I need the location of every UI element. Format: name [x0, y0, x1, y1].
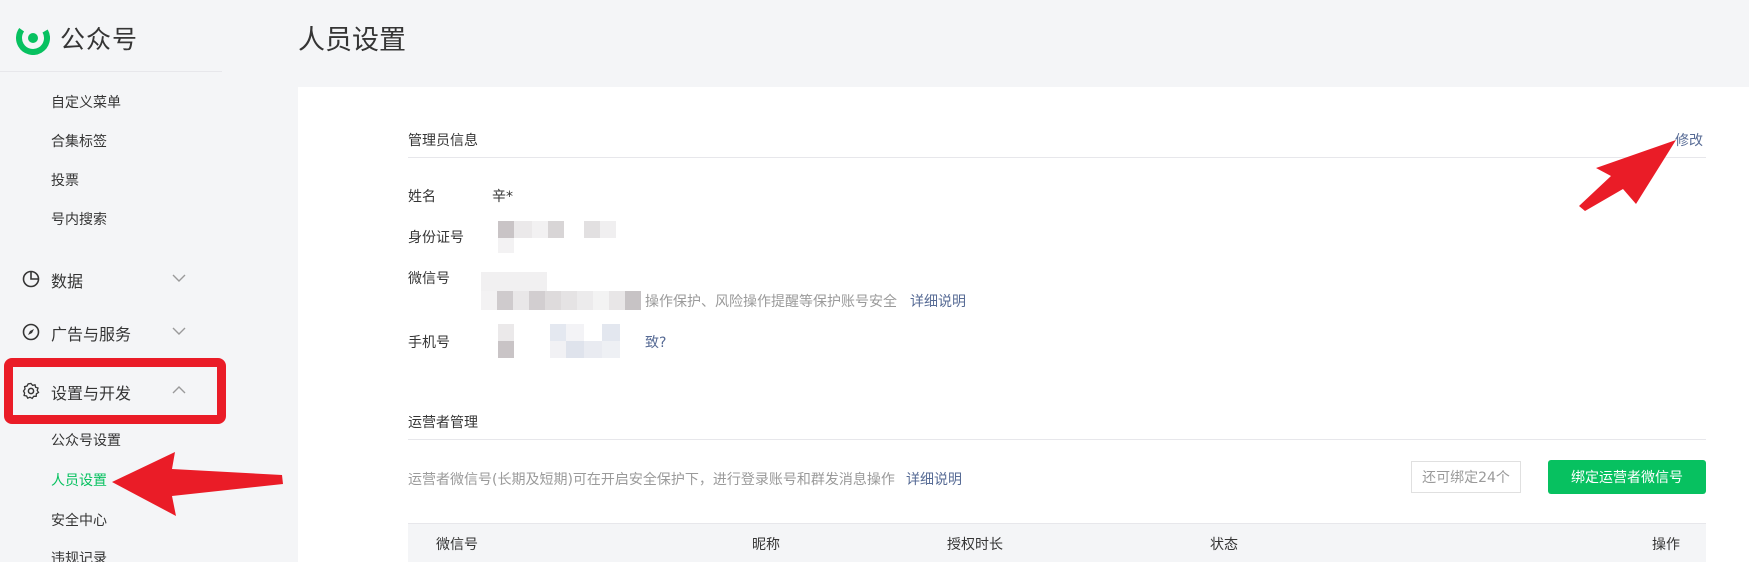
pie-chart-icon — [22, 270, 40, 288]
edit-admin-link[interactable]: 修改 — [1675, 130, 1703, 150]
admin-section-title: 管理员信息 — [408, 133, 478, 149]
column-header-auth-duration: 授权时长 — [947, 537, 1003, 553]
wechat-official-account-logo-icon — [16, 21, 50, 55]
sidebar-group-label: 数据 — [51, 272, 84, 291]
column-header-wechat-id: 微信号 — [436, 537, 478, 553]
sidebar-group-ads-services[interactable]: 广告与服务 — [0, 317, 200, 347]
sidebar: 公众号 自定义菜单 合集标签 投票 号内搜索 数据 广告与服务 设置与开发 公众… — [0, 0, 222, 562]
sidebar-item-collection-tags[interactable]: 合集标签 — [51, 131, 107, 151]
logo-text: 公众号 — [60, 25, 139, 54]
sidebar-item-violation-records[interactable]: 违规记录 — [51, 548, 107, 562]
chevron-down-icon — [172, 327, 186, 335]
content-card: 管理员信息 修改 姓名 辛* 身份证号 微信号 操作保护、风险操作提醒等保护账号… — [298, 87, 1749, 562]
phone-redacted — [498, 324, 646, 358]
phone-tip-link[interactable]: 致? — [645, 332, 666, 352]
id-number-label: 身份证号 — [408, 230, 464, 246]
name-label: 姓名 — [408, 189, 436, 205]
column-header-status: 状态 — [1210, 537, 1238, 553]
sidebar-item-staff-settings[interactable]: 人员设置 — [51, 470, 107, 490]
operators-table-header: 微信号 昵称 授权时长 状态 操作 — [408, 523, 1706, 562]
column-header-nickname: 昵称 — [752, 537, 780, 553]
sidebar-divider — [0, 71, 222, 72]
wechat-id-redacted — [481, 272, 643, 310]
wechat-id-label: 微信号 — [408, 271, 450, 287]
wechat-details-link[interactable]: 详细说明 — [910, 291, 966, 311]
sidebar-item-account-settings[interactable]: 公众号设置 — [51, 430, 121, 450]
bind-operator-button[interactable]: 绑定运营者微信号 — [1548, 460, 1706, 494]
column-header-actions: 操作 — [1652, 537, 1680, 553]
section-divider — [408, 157, 1706, 158]
operators-description: 运营者微信号(长期及短期)可在开启安全保护下，进行登录账号和群发消息操作 — [408, 472, 895, 488]
sidebar-item-in-account-search[interactable]: 号内搜索 — [51, 209, 107, 229]
sidebar-item-security-center[interactable]: 安全中心 — [51, 510, 107, 530]
sidebar-group-data[interactable]: 数据 — [0, 264, 200, 294]
operators-details-link[interactable]: 详细说明 — [906, 469, 962, 489]
sidebar-item-vote[interactable]: 投票 — [51, 170, 79, 190]
sidebar-item-custom-menu[interactable]: 自定义菜单 — [51, 92, 121, 112]
page-title: 人员设置 — [298, 25, 406, 56]
compass-icon — [22, 323, 40, 341]
sidebar-group-label: 广告与服务 — [51, 325, 132, 344]
phone-label: 手机号 — [408, 335, 450, 351]
wechat-security-tip: 操作保护、风险操作提醒等保护账号安全 — [645, 294, 897, 310]
section-divider — [408, 439, 1706, 440]
logo[interactable]: 公众号 — [16, 20, 138, 56]
chevron-down-icon — [172, 274, 186, 282]
remaining-binds-badge: 还可绑定24个 — [1411, 461, 1521, 493]
id-number-redacted — [498, 221, 618, 255]
annotation-highlight-box — [4, 358, 226, 424]
operators-section-title: 运营者管理 — [408, 415, 478, 431]
name-value: 辛* — [492, 189, 513, 205]
